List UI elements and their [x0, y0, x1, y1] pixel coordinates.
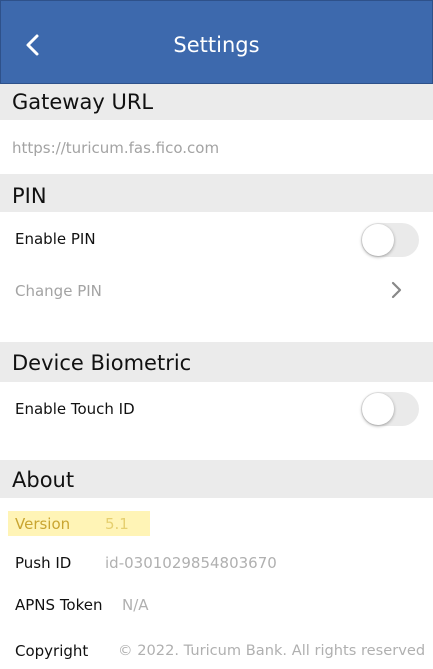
version-label: Version [15, 515, 71, 533]
apns-token-value: N/A [122, 596, 149, 614]
push-id-row: Push ID id-0301029854803670 [0, 544, 433, 584]
settings-screen: Settings Gateway URL https://turicum.fas… [0, 0, 433, 669]
chevron-right-icon [389, 280, 405, 300]
enable-pin-row: Enable PIN [0, 212, 433, 268]
change-pin-label: Change PIN [15, 282, 102, 300]
apns-token-label: APNS Token [15, 596, 103, 614]
copyright-value: © 2022. Turicum Bank. All rights reserve… [118, 642, 426, 659]
apns-token-row: APNS Token N/A [0, 584, 433, 628]
copyright-label: Copyright [15, 642, 89, 660]
version-value: 5.1 [105, 515, 129, 533]
enable-touch-id-toggle[interactable] [361, 392, 419, 426]
section-header-pin: PIN [0, 174, 433, 212]
gateway-url-value[interactable]: https://turicum.fas.fico.com [12, 139, 219, 157]
section-header-device-biometric: Device Biometric [0, 342, 433, 382]
enable-pin-toggle[interactable] [361, 223, 419, 257]
section-header-gateway-url: Gateway URL [0, 84, 433, 120]
enable-pin-label: Enable PIN [15, 230, 96, 248]
version-row: Version 5.1 [0, 498, 433, 544]
gateway-url-row[interactable]: https://turicum.fas.fico.com [0, 120, 433, 174]
toggle-knob [362, 393, 394, 425]
push-id-label: Push ID [15, 554, 72, 572]
section-header-about: About [0, 460, 433, 498]
push-id-value: id-0301029854803670 [105, 554, 277, 572]
page-title: Settings [173, 33, 260, 57]
copyright-row: Copyright © 2022. Turicum Bank. All righ… [0, 628, 433, 669]
navigation-bar: Settings [0, 0, 433, 84]
enable-touch-id-row: Enable Touch ID [0, 382, 433, 460]
enable-touch-id-label: Enable Touch ID [15, 400, 135, 418]
toggle-knob [362, 224, 394, 256]
change-pin-row[interactable]: Change PIN [0, 268, 433, 342]
